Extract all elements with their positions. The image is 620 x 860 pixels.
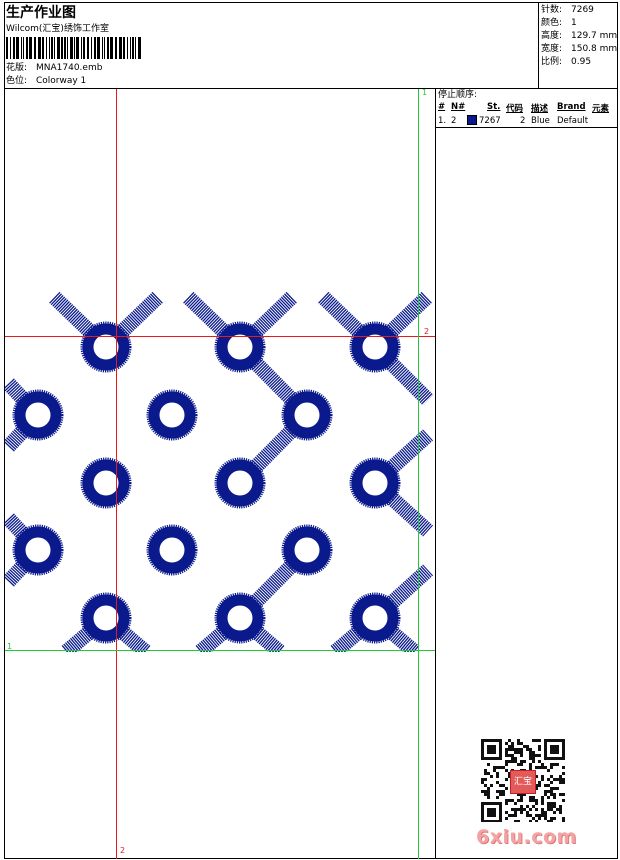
seal-stamp: 汇宝 [510, 770, 536, 794]
seal-text: 汇宝 [514, 777, 533, 787]
guide-label-right: 2 [424, 327, 430, 336]
embroidery-design [5, 291, 434, 652]
watermark-site-text: 6xiu.com [476, 826, 577, 848]
red-vertical-guide [116, 89, 117, 859]
guide-label-top-right: 1 [422, 88, 428, 97]
green-horizontal-guide [5, 650, 435, 651]
guide-label-bottom: 2 [120, 846, 126, 855]
green-vertical-guide [418, 89, 419, 859]
red-horizontal-guide [5, 336, 435, 337]
guide-label-left: 1 [7, 642, 13, 651]
